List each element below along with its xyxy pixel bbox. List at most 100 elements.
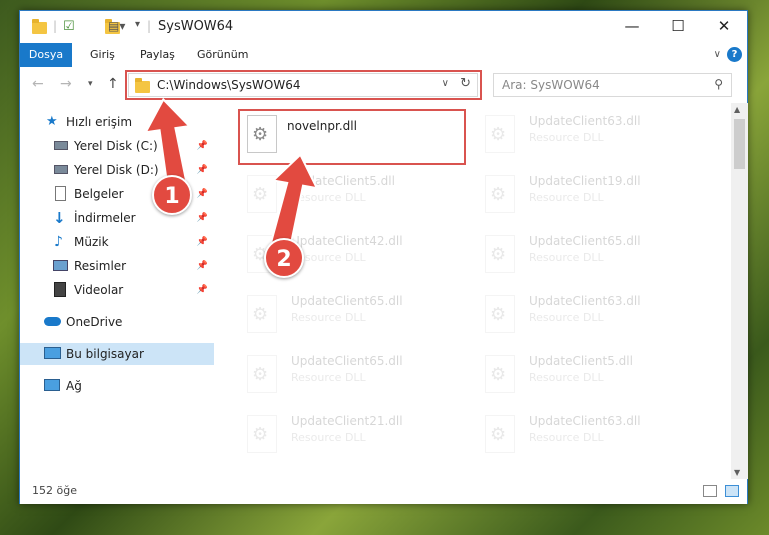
file-type: Resource DLL xyxy=(529,371,604,384)
pin-icon[interactable]: 📌 xyxy=(197,255,208,277)
tab-view[interactable]: Görünüm xyxy=(185,43,260,67)
details-view-icon[interactable] xyxy=(703,485,717,497)
file-item[interactable]: UpdateClient63.dll Resource DLL xyxy=(481,111,701,161)
dll-file-icon xyxy=(485,295,515,333)
drive-icon xyxy=(54,165,68,174)
drive-icon xyxy=(54,141,68,150)
file-type: Resource DLL xyxy=(529,191,604,204)
file-type: Resource DLL xyxy=(529,311,604,324)
sidebar-item-label: Belgeler xyxy=(74,187,124,201)
file-name: UpdateClient21.dll xyxy=(291,414,403,428)
item-count: 152 öğe xyxy=(32,484,77,497)
folder-icon xyxy=(32,19,47,34)
sidebar-item-downloads[interactable]: ↓ İndirmeler 📌 xyxy=(20,207,214,229)
tab-home[interactable]: Giriş xyxy=(78,43,127,67)
dll-file-icon xyxy=(247,415,277,453)
up-button[interactable]: ↑ xyxy=(107,76,119,92)
file-item[interactable]: UpdateClient63.dll Resource DLL xyxy=(481,291,701,341)
sidebar-item-label: Videolar xyxy=(74,283,124,297)
ribbon-tabs: Dosya Giriş Paylaş Görünüm ∨ ? xyxy=(20,43,747,67)
navigation-bar: ← → ▾ ↑ C:\Windows\SysWOW64 ∨ ↻ Ara: Sys… xyxy=(20,67,747,103)
dll-file-icon xyxy=(485,175,515,213)
sidebar-item-music[interactable]: ♪ Müzik 📌 xyxy=(20,231,214,253)
file-name: UpdateClient65.dll xyxy=(291,354,403,368)
dll-file-icon xyxy=(247,355,277,393)
scrollbar-thumb[interactable] xyxy=(734,119,745,169)
help-icon[interactable]: ? xyxy=(727,47,742,62)
sidebar-item-label: Bu bilgisayar xyxy=(66,347,144,361)
scroll-down-icon[interactable]: ▼ xyxy=(734,468,740,477)
chevron-down-icon[interactable]: ∨ xyxy=(714,49,721,60)
large-icons-view-icon[interactable] xyxy=(725,485,739,497)
status-bar: 152 öğe xyxy=(20,479,747,504)
sidebar-item-label: Hızlı erişim xyxy=(66,115,133,129)
pin-icon[interactable]: 📌 xyxy=(197,279,208,301)
sidebar-item-videos[interactable]: Videolar 📌 xyxy=(20,279,214,301)
dll-file-icon xyxy=(485,235,515,273)
sidebar-item-pictures[interactable]: Resimler 📌 xyxy=(20,255,214,277)
sidebar-item-onedrive[interactable]: OneDrive xyxy=(20,311,214,333)
sidebar-item-this-pc[interactable]: Bu bilgisayar xyxy=(20,343,214,365)
properties-icon[interactable]: ☑ xyxy=(63,19,75,35)
videos-icon xyxy=(54,282,66,297)
pin-icon[interactable]: 📌 xyxy=(197,231,208,253)
dll-file-icon xyxy=(485,115,515,153)
separator: | xyxy=(147,19,152,33)
minimize-button[interactable]: — xyxy=(609,11,655,41)
step-1-badge: 1 xyxy=(152,175,192,215)
file-name: UpdateClient5.dll xyxy=(529,354,633,368)
sidebar-item-label: Ağ xyxy=(66,379,82,393)
search-input[interactable]: Ara: SysWOW64 xyxy=(502,78,600,92)
download-icon: ↓ xyxy=(53,209,66,227)
file-item[interactable]: UpdateClient19.dll Resource DLL xyxy=(481,171,701,221)
scroll-up-icon[interactable]: ▲ xyxy=(734,105,740,114)
file-name: UpdateClient63.dll xyxy=(529,294,641,308)
explorer-window: | ☑ ▤▾ ▾ | SysWOW64 — ☐ ✕ Dosya Giriş Pa… xyxy=(19,10,748,504)
file-type: Resource DLL xyxy=(529,431,604,444)
sidebar-item-label: Resimler xyxy=(74,259,127,273)
sidebar-item-network[interactable]: Ağ xyxy=(20,375,214,397)
sidebar-item-label: OneDrive xyxy=(66,315,123,329)
file-name: UpdateClient19.dll xyxy=(529,174,641,188)
step-2-badge: 2 xyxy=(264,238,304,278)
file-item[interactable]: UpdateClient65.dll Resource DLL xyxy=(481,231,701,281)
tab-share[interactable]: Paylaş xyxy=(128,43,187,67)
documents-icon xyxy=(55,186,66,201)
back-button[interactable]: ← xyxy=(32,76,44,92)
separator: | xyxy=(53,19,58,33)
sidebar-item-label: Müzik xyxy=(74,235,109,249)
recent-locations-button[interactable]: ▾ xyxy=(88,79,93,89)
search-icon[interactable]: ⚲ xyxy=(714,77,723,91)
sidebar-item-label: İndirmeler xyxy=(74,211,136,225)
file-type: Resource DLL xyxy=(529,131,604,144)
pictures-icon xyxy=(53,260,68,271)
file-type: Resource DLL xyxy=(291,371,366,384)
pin-icon[interactable]: 📌 xyxy=(197,207,208,229)
file-item[interactable]: UpdateClient21.dll Resource DLL xyxy=(243,411,463,461)
music-icon: ♪ xyxy=(54,234,63,250)
file-item[interactable]: UpdateClient65.dll Resource DLL xyxy=(243,351,463,401)
close-button[interactable]: ✕ xyxy=(701,11,747,41)
file-item[interactable]: UpdateClient5.dll Resource DLL xyxy=(481,351,701,401)
customize-toolbar-icon[interactable]: ▤▾ xyxy=(108,19,125,35)
file-name: UpdateClient63.dll xyxy=(529,114,641,128)
file-item[interactable]: UpdateClient65.dll Resource DLL xyxy=(243,291,463,341)
window-title: SysWOW64 xyxy=(158,19,234,34)
file-type: Resource DLL xyxy=(291,311,366,324)
tab-file[interactable]: Dosya xyxy=(20,43,72,67)
star-icon: ★ xyxy=(46,114,58,129)
forward-button[interactable]: → xyxy=(60,76,72,92)
dll-file-icon xyxy=(485,355,515,393)
file-name: UpdateClient65.dll xyxy=(291,294,403,308)
file-type: Resource DLL xyxy=(529,251,604,264)
dll-file-icon xyxy=(485,415,515,453)
computer-icon xyxy=(44,347,61,359)
cloud-icon xyxy=(44,317,61,326)
dll-file-icon xyxy=(247,295,277,333)
search-box[interactable]: Ara: SysWOW64 ⚲ xyxy=(493,73,732,97)
vertical-scrollbar[interactable]: ▲ ▼ xyxy=(731,103,748,479)
maximize-button[interactable]: ☐ xyxy=(655,11,701,41)
toolbar-dropdown-icon[interactable]: ▾ xyxy=(135,19,140,35)
file-type: Resource DLL xyxy=(291,431,366,444)
file-item[interactable]: UpdateClient63.dll Resource DLL xyxy=(481,411,701,461)
